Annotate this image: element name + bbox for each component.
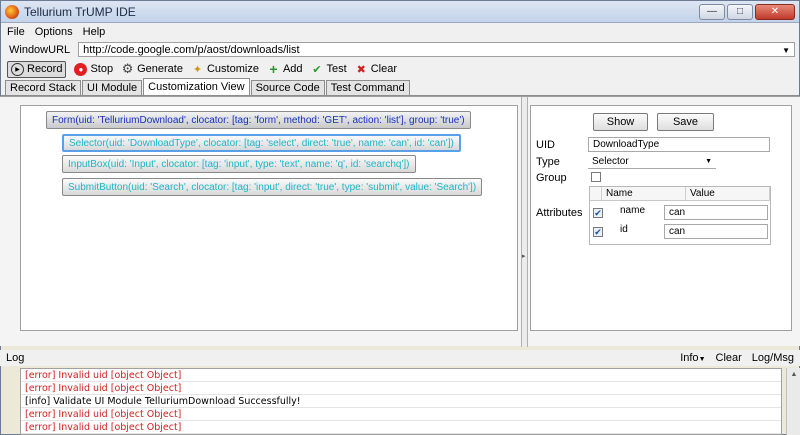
stop-label: Stop: [90, 63, 114, 75]
tree-node-submitbutton[interactable]: SubmitButton(uid: 'Search', clocator: [t…: [62, 178, 483, 196]
type-select-value: Selector: [592, 155, 629, 167]
attributes-table: Name Value ✔ name can ✔ id can: [589, 186, 771, 245]
record-label: Record: [27, 63, 63, 75]
url-bar: WindowURL http://code.google.com/p/aost/…: [1, 40, 799, 59]
splitter-arrow-icon[interactable]: ▸: [522, 252, 527, 260]
log-msg-button[interactable]: Log/Msg: [752, 352, 794, 364]
plus-icon: +: [269, 61, 278, 77]
record-button[interactable]: ▶ Record: [7, 60, 67, 78]
title-bar: Tellurium TrUMP IDE — □ ✕: [1, 1, 799, 23]
type-label: Type: [536, 156, 560, 168]
log-clear-button[interactable]: Clear: [716, 352, 742, 364]
tree-node-selector[interactable]: Selector(uid: 'DownloadType', clocator: …: [62, 134, 461, 152]
group-checkbox[interactable]: [591, 172, 601, 182]
customization-view-panel: Form(uid: 'TelluriumDownload', clocator:…: [0, 96, 800, 347]
attr-value-name[interactable]: can: [664, 205, 768, 220]
type-select[interactable]: Selector ▼: [588, 154, 716, 169]
generate-label: Generate: [137, 63, 183, 75]
attr-header-check: [590, 187, 602, 201]
close-window-button[interactable]: ✕: [755, 3, 795, 20]
window-url-value: http://code.google.com/p/aost/downloads/…: [83, 43, 300, 56]
test-label: Test: [326, 63, 347, 75]
tree-node-inputbox[interactable]: InputBox(uid: 'Input', clocator: [tag: '…: [62, 155, 416, 173]
wand-icon: ✦: [192, 63, 203, 76]
log-level-dropdown[interactable]: Info▼: [680, 352, 705, 364]
maximize-button[interactable]: □: [727, 3, 753, 20]
log-header: Log Info▼ Clear Log/Msg: [0, 350, 800, 366]
clear-button[interactable]: ✖ Clear: [355, 63, 397, 76]
stop-button[interactable]: ● Stop: [74, 62, 114, 76]
add-label: Add: [282, 63, 303, 75]
uid-field[interactable]: DownloadType: [588, 137, 770, 152]
attr-checkbox-id[interactable]: ✔: [593, 227, 603, 237]
attributes-label: Attributes: [536, 207, 583, 219]
record-icon: ▶: [11, 62, 24, 76]
customize-label: Customize: [206, 63, 259, 75]
attr-name-id: id: [620, 224, 628, 235]
stop-icon: ●: [74, 62, 88, 76]
log-line: [info] Validate UI Module TelluriumDownl…: [21, 395, 781, 408]
log-label: Log: [6, 352, 25, 364]
window-controls: — □ ✕: [699, 3, 795, 20]
firefox-app-icon: [5, 4, 19, 19]
log-line: [error] Invalid uid [object Object]: [21, 382, 781, 395]
chevron-down-icon: ▼: [698, 356, 706, 363]
menu-file[interactable]: File: [7, 26, 25, 38]
attr-name-name: name: [620, 205, 646, 216]
tab-test-command[interactable]: Test Command: [325, 80, 410, 95]
chevron-down-icon[interactable]: ▼: [705, 158, 712, 165]
log-level-label: Info: [680, 352, 699, 364]
log-line: [error] Invalid uid [object Object]: [21, 369, 781, 382]
ui-tree-panel: Form(uid: 'TelluriumDownload', clocator:…: [20, 105, 518, 331]
test-button[interactable]: ✔ Test: [311, 63, 347, 76]
minimize-button[interactable]: —: [699, 3, 725, 20]
window-url-label: WindowURL: [9, 43, 71, 56]
toolbar: ▶ Record ● Stop ⚙ Generate ✦ Customize +…: [1, 59, 799, 79]
menu-help[interactable]: Help: [83, 26, 106, 38]
tab-customization-view[interactable]: Customization View: [143, 78, 250, 95]
url-dropdown-arrow-icon[interactable]: ▼: [782, 43, 790, 58]
panel-splitter[interactable]: ▸: [521, 97, 528, 347]
clear-label: Clear: [370, 63, 398, 75]
properties-panel: Show Save UID DownloadType Type Selector…: [530, 105, 792, 331]
log-scrollbar[interactable]: ▲: [786, 368, 800, 435]
attr-header-name: Name: [602, 187, 686, 201]
menu-options[interactable]: Options: [35, 26, 73, 38]
group-label: Group: [536, 172, 567, 184]
tab-ui-module[interactable]: UI Module: [82, 80, 143, 95]
close-icon: ✖: [356, 63, 366, 76]
window-title: Tellurium TrUMP IDE: [24, 4, 136, 19]
customize-button[interactable]: ✦ Customize: [191, 63, 259, 76]
generate-button[interactable]: ⚙ Generate: [121, 61, 183, 76]
gear-icon: ⚙: [121, 61, 134, 76]
log-line: [error] Invalid uid [object Object]: [21, 421, 781, 434]
add-button[interactable]: + Add: [267, 61, 303, 77]
tree-node-form[interactable]: Form(uid: 'TelluriumDownload', clocator:…: [46, 111, 471, 129]
scroll-up-icon[interactable]: ▲: [787, 368, 800, 381]
log-controls: Info▼ Clear Log/Msg: [680, 352, 794, 364]
attr-header-value: Value: [686, 187, 770, 201]
tab-source-code[interactable]: Source Code: [250, 80, 325, 95]
log-area: [error] Invalid uid [object Object] [err…: [20, 368, 782, 435]
window-url-field[interactable]: http://code.google.com/p/aost/downloads/…: [78, 42, 795, 57]
attr-value-id[interactable]: can: [664, 224, 768, 239]
check-icon: ✔: [312, 63, 322, 76]
uid-label: UID: [536, 139, 555, 151]
show-button[interactable]: Show: [593, 113, 648, 131]
menu-bar: File Options Help: [1, 23, 799, 40]
tab-bar: Record Stack UI Module Customization Vie…: [1, 78, 799, 96]
log-line: [error] Invalid uid [object Object]: [21, 408, 781, 421]
save-button[interactable]: Save: [657, 113, 714, 131]
tab-record-stack[interactable]: Record Stack: [5, 80, 82, 95]
attr-checkbox-name[interactable]: ✔: [593, 208, 603, 218]
